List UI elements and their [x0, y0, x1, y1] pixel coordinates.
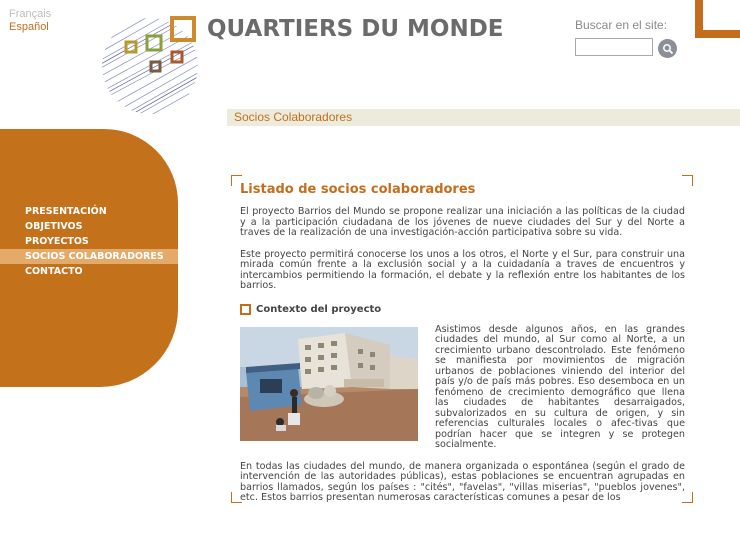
section-title: Contexto del proyecto — [256, 303, 382, 315]
nav-item-presentacion[interactable]: PRESENTACIÓN — [0, 204, 178, 219]
section-heading: Contexto del proyecto — [240, 303, 685, 315]
nav-item-proyectos[interactable]: PROYECTOS — [0, 234, 178, 249]
nav-item-objetivos[interactable]: OBJETIVOS — [0, 219, 178, 234]
main-content: Listado de socios colaboradores El proye… — [240, 182, 685, 515]
page-title: Listado de socios colaboradores — [240, 182, 476, 197]
square-bullet-icon — [240, 303, 251, 315]
nav-item-socios-colaboradores[interactable]: SOCIOS COLABORADORES — [0, 249, 178, 264]
context-figure-row: Asistimos desde algunos años, en las gra… — [240, 323, 685, 451]
nav-item-contacto[interactable]: CONTACTO — [0, 264, 178, 279]
site-title: QUARTIERS DU MONDE — [207, 16, 504, 42]
intro-paragraph: El proyecto Barrios del Mundo se propone… — [240, 206, 685, 238]
lang-spanish-link[interactable]: Español — [9, 21, 49, 33]
lang-french-link[interactable]: Français — [9, 8, 51, 20]
search-icon — [662, 43, 673, 54]
sidebar-nav: PRESENTACIÓN OBJETIVOS PROYECTOS SOCIOS … — [0, 204, 178, 279]
context-paragraph: En todas las ciudades del mundo, de mane… — [240, 460, 685, 503]
corner-decoration — [695, 0, 740, 38]
context-text: Asistimos desde algunos años, en las gra… — [435, 323, 685, 450]
search-input[interactable] — [575, 38, 653, 56]
search-label: Buscar en el site: — [575, 18, 668, 32]
quartiers-logo — [102, 16, 198, 114]
search-button[interactable] — [658, 39, 677, 58]
neighborhood-photo — [240, 326, 418, 441]
intro-paragraph: Este proyecto permitirá conocerse los un… — [240, 248, 685, 291]
breadcrumb: Socios Colaboradores — [234, 110, 353, 124]
